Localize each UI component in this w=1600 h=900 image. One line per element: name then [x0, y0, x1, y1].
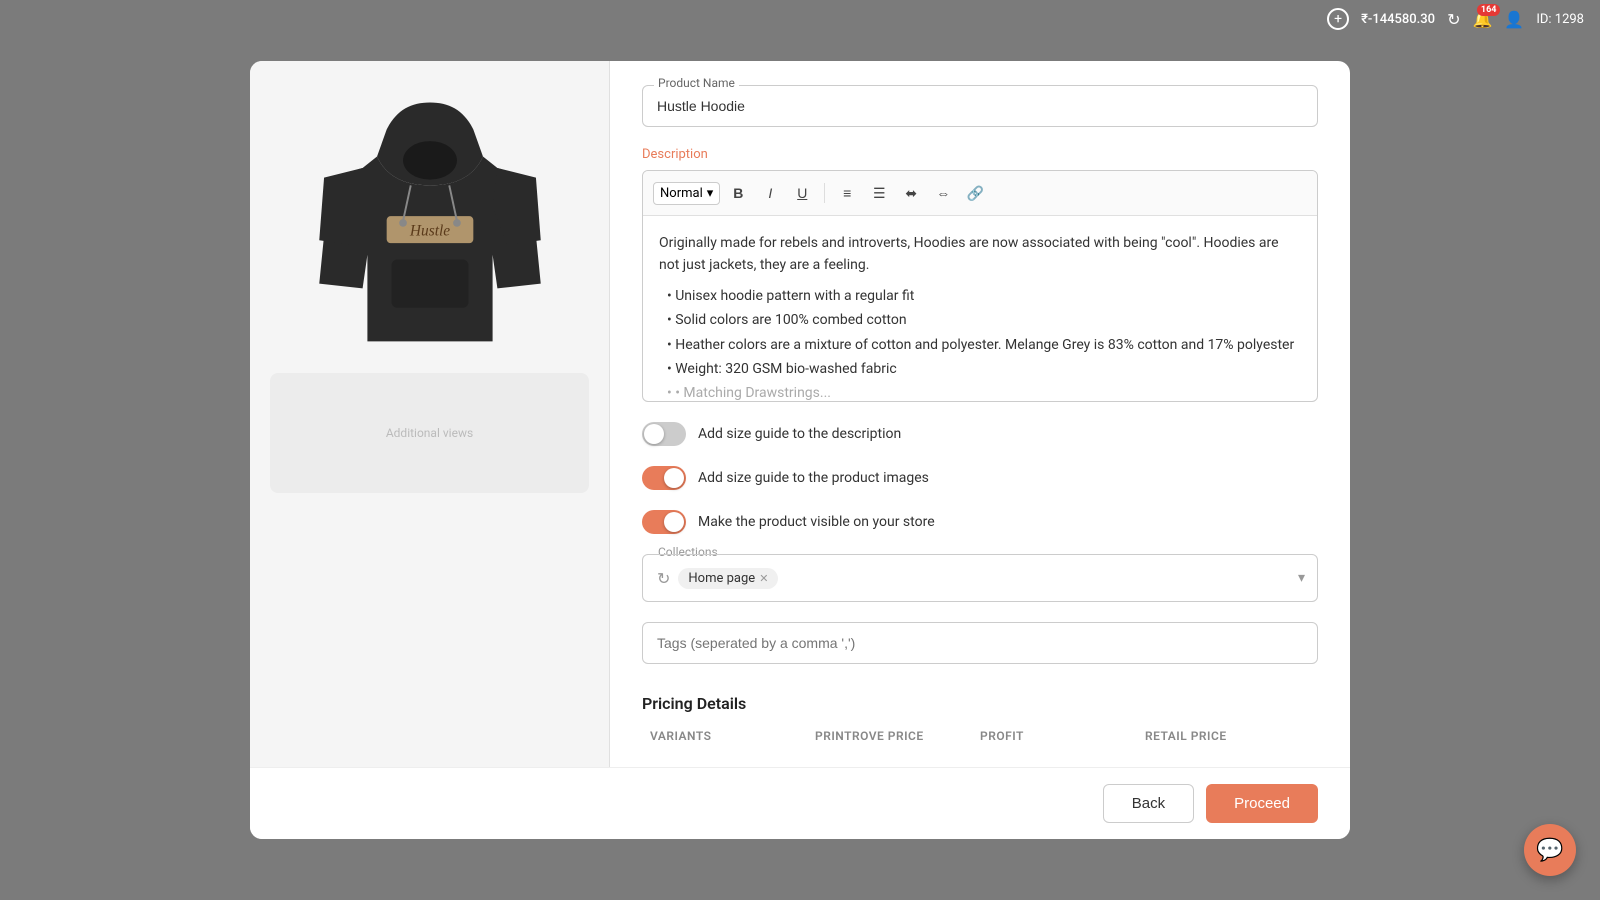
product-thumbnail-strip: Additional views — [270, 373, 589, 493]
chat-button[interactable]: 💬 — [1524, 824, 1576, 876]
collections-field: Collections ↻ Home page ✕ ▾ — [642, 554, 1318, 602]
list-item: Heather colors are a mixture of cotton a… — [667, 334, 1301, 356]
toggle-size-guide-description[interactable] — [642, 422, 686, 446]
editor-content[interactable]: Originally made for rebels and introvert… — [643, 216, 1317, 401]
col-variants: VARIANTS — [650, 729, 815, 743]
collections-refresh-icon[interactable]: ↻ — [657, 569, 670, 588]
tags-input[interactable] — [642, 622, 1318, 664]
ordered-list-button[interactable]: ≡ — [833, 179, 861, 207]
toolbar-divider — [824, 183, 825, 203]
toggle-product-visible-row: Make the product visible on your store — [642, 510, 1318, 534]
bold-button[interactable]: B — [724, 179, 752, 207]
pricing-section: Pricing Details VARIANTS PRINTROVE PRICE… — [642, 684, 1318, 743]
align-left-button[interactable]: ⬌ — [897, 179, 925, 207]
editor-container: Normal ▾ B I U ≡ ☰ ⬌ ⇔ 🔗 — [642, 170, 1318, 402]
modal-backdrop: Hustle Additional views Product Name — [0, 0, 1600, 900]
pricing-title: Pricing Details — [642, 694, 1318, 713]
col-retail-price: RETAIL PRICE — [1145, 729, 1310, 743]
list-item: Unisex hoodie pattern with a regular fit — [667, 285, 1301, 307]
description-paragraph: Originally made for rebels and introvert… — [659, 232, 1301, 277]
toggle-knob — [664, 468, 684, 488]
col-printrove-price: PRINTROVE PRICE — [815, 729, 980, 743]
collection-chip: Home page ✕ — [678, 568, 778, 589]
toggle-size-guide-images-label: Add size guide to the product images — [698, 470, 929, 486]
list-item: Solid colors are 100% combed cotton — [667, 309, 1301, 331]
align-right-button[interactable]: ⇔ — [929, 179, 957, 207]
link-button[interactable]: 🔗 — [961, 179, 989, 207]
add-balance-icon[interactable]: + — [1327, 8, 1349, 30]
product-name-input[interactable] — [642, 85, 1318, 127]
collections-input[interactable]: ↻ Home page ✕ ▾ — [642, 554, 1318, 602]
toggle-size-guide-images[interactable] — [642, 466, 686, 490]
back-button[interactable]: Back — [1103, 784, 1194, 823]
italic-button[interactable]: I — [756, 179, 784, 207]
format-select[interactable]: Normal ▾ — [653, 182, 720, 205]
chat-icon: 💬 — [1536, 838, 1563, 863]
balance-display: ₹-144580.30 — [1361, 12, 1435, 27]
product-form-panel: Product Name Description Normal ▾ B — [610, 61, 1350, 767]
editor-toolbar: Normal ▾ B I U ≡ ☰ ⬌ ⇔ 🔗 — [643, 171, 1317, 216]
notifications-bell[interactable]: 🔔 164 — [1472, 10, 1492, 29]
list-item: • Matching Drawstrings... — [667, 382, 1301, 401]
product-modal: Hustle Additional views Product Name — [250, 61, 1350, 839]
toggle-knob — [664, 512, 684, 532]
list-item: Weight: 320 GSM bio-washed fabric — [667, 358, 1301, 380]
user-id: ID: 1298 — [1536, 12, 1584, 27]
product-name-label: Product Name — [654, 76, 739, 90]
hoodie-svg: Hustle — [310, 91, 550, 351]
toggle-size-guide-description-label: Add size guide to the description — [698, 426, 901, 442]
product-name-field: Product Name — [642, 85, 1318, 127]
product-image-panel: Hustle Additional views — [250, 61, 610, 767]
top-bar: + ₹-144580.30 ↻ 🔔 164 👤 ID: 1298 — [1311, 0, 1600, 38]
description-section: Description Normal ▾ B I U ≡ — [642, 147, 1318, 402]
underline-button[interactable]: U — [788, 179, 816, 207]
chevron-down-icon: ▾ — [707, 186, 714, 201]
col-profit: PROFIT — [980, 729, 1145, 743]
unordered-list-button[interactable]: ☰ — [865, 179, 893, 207]
bell-badge: 164 — [1477, 4, 1501, 16]
toggle-product-visible-label: Make the product visible on your store — [698, 514, 935, 530]
description-label: Description — [642, 147, 1318, 162]
toggle-size-guide-images-row: Add size guide to the product images — [642, 466, 1318, 490]
collections-chevron-icon: ▾ — [1298, 570, 1305, 586]
refresh-icon[interactable]: ↻ — [1447, 10, 1460, 29]
modal-body: Hustle Additional views Product Name — [250, 61, 1350, 767]
svg-text:Hustle: Hustle — [408, 222, 449, 239]
user-icon[interactable]: 👤 — [1504, 10, 1524, 29]
description-list: Unisex hoodie pattern with a regular fit… — [659, 285, 1301, 401]
proceed-button[interactable]: Proceed — [1206, 784, 1318, 823]
product-image-main: Hustle — [300, 81, 560, 361]
toggle-product-visible[interactable] — [642, 510, 686, 534]
toggle-knob — [644, 424, 664, 444]
toggle-size-guide-description-row: Add size guide to the description — [642, 422, 1318, 446]
pricing-table-header: VARIANTS PRINTROVE PRICE PROFIT RETAIL P… — [642, 729, 1318, 743]
modal-footer: Back Proceed — [250, 767, 1350, 839]
collection-chip-remove[interactable]: ✕ — [759, 572, 768, 585]
